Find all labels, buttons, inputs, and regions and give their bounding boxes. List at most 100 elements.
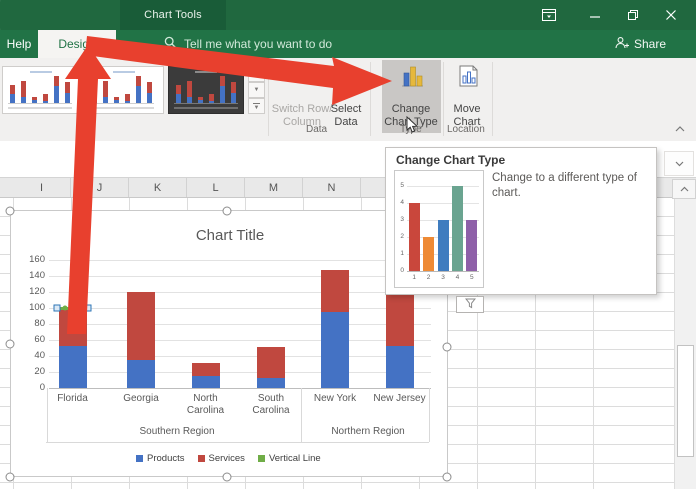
thumb-bar-services xyxy=(43,94,48,101)
mini-bar-3 xyxy=(438,220,449,271)
column-header-I[interactable]: I xyxy=(13,178,71,197)
minimize-button[interactable] xyxy=(582,4,608,26)
chart-filters-button[interactable] xyxy=(456,296,484,313)
chart-style-thumbnail-3[interactable] xyxy=(168,66,244,114)
ribbon-display-options-icon xyxy=(542,9,556,21)
funnel-icon xyxy=(465,296,476,314)
gallery-scroll-up-button[interactable]: ▲ xyxy=(248,66,265,82)
legend-swatch xyxy=(258,455,265,462)
column-header-K[interactable]: K xyxy=(129,178,187,197)
thumb-bar-services xyxy=(209,94,214,101)
chart-style-thumbnail-1[interactable] xyxy=(2,66,80,114)
tell-me-search[interactable]: Tell me what you want to do xyxy=(164,30,332,58)
chart-handle-bottom-right[interactable] xyxy=(443,473,452,482)
bar-services-4 xyxy=(321,270,349,312)
close-icon xyxy=(665,9,677,21)
formula-bar-expand-button[interactable] xyxy=(664,151,694,176)
thumb-bar-products xyxy=(65,93,70,103)
thumb-bar-services xyxy=(220,76,225,86)
ribbon-display-options-button[interactable] xyxy=(536,4,562,26)
scroll-up-button[interactable] xyxy=(672,179,696,199)
y-axis-tick-label: 20 xyxy=(17,366,45,377)
category-label: New York xyxy=(304,393,366,405)
ribbon: ▲ ▼ ▼ Switch Row/ Column Select Data xyxy=(0,58,696,142)
restore-button[interactable] xyxy=(620,4,646,26)
region-label-southern: Southern Region xyxy=(107,426,247,437)
group-label-location: Location xyxy=(447,124,485,135)
y-axis-tick-label: 120 xyxy=(17,286,45,297)
thumb-bar-services xyxy=(114,97,119,100)
bar-services-3 xyxy=(257,347,285,377)
thumb-bar-products xyxy=(176,94,181,103)
collapse-ribbon-button[interactable] xyxy=(670,121,690,137)
thumb-bar-products xyxy=(147,93,152,103)
mini-x-tick: 1 xyxy=(408,274,420,281)
legend-item-products: Products xyxy=(136,453,185,464)
datapoint-green-dot xyxy=(78,306,83,311)
legend-item-vertical-line: Vertical Line xyxy=(258,453,321,464)
category-label: Georgia xyxy=(110,393,172,405)
x-axis-line xyxy=(49,388,431,389)
close-button[interactable] xyxy=(658,4,684,26)
legend-label: Services xyxy=(209,453,245,464)
tooltip-body: Change to a different type of chart. xyxy=(492,171,650,201)
thumb-bar-products xyxy=(220,86,225,103)
datapoint-handle-right[interactable] xyxy=(85,305,92,312)
y-axis-tick-label: 40 xyxy=(17,350,45,361)
thumb-bar-services xyxy=(103,81,108,96)
y-axis-tick-label: 160 xyxy=(17,254,45,265)
mini-bar-2 xyxy=(423,237,434,271)
thumb-label-stripe xyxy=(90,107,154,109)
y-axis-tick-label: 140 xyxy=(17,270,45,281)
select-data-icon xyxy=(335,64,359,91)
bar-products-1 xyxy=(127,360,155,388)
thumb-bar-products xyxy=(136,86,141,103)
change-chart-type-tooltip: Change Chart Type 01234512345 Change to … xyxy=(385,147,657,295)
share-button[interactable]: Share xyxy=(614,30,666,58)
mini-x-tick: 4 xyxy=(451,274,463,281)
column-header-J[interactable]: J xyxy=(71,178,129,197)
chart-style-thumbnail-2[interactable] xyxy=(84,66,164,114)
datapoint-handle-left[interactable] xyxy=(54,305,61,312)
category-label: Florida xyxy=(42,393,104,405)
thumb-axis xyxy=(174,103,238,104)
tooltip-title: Change Chart Type xyxy=(396,153,505,167)
axis-group-divider xyxy=(47,388,48,442)
title-bar: Chart Tools xyxy=(0,0,696,30)
embedded-chart[interactable]: Chart Title 020406080100120140160Florida… xyxy=(10,210,448,477)
column-header-L[interactable]: L xyxy=(187,178,245,197)
chart-handle-bottom-center[interactable] xyxy=(223,473,232,482)
column-header-M[interactable]: M xyxy=(245,178,303,197)
chart-handle-middle-right[interactable] xyxy=(443,343,452,352)
mini-y-tick: 1 xyxy=(396,250,404,257)
minimize-icon xyxy=(589,9,601,21)
chart-title: Chart Title xyxy=(11,227,449,244)
column-header-N[interactable]: N xyxy=(303,178,361,197)
mini-y-tick: 3 xyxy=(396,216,404,223)
thumb-bar-products xyxy=(10,94,15,103)
vertical-scrollbar-thumb[interactable] xyxy=(677,345,694,457)
legend-swatch xyxy=(136,455,143,462)
thumb-axis xyxy=(90,103,154,104)
gallery-scroll-down-button[interactable]: ▼ xyxy=(248,82,265,98)
thumb-bar-services xyxy=(136,76,141,86)
chart-handle-middle-left[interactable] xyxy=(6,340,15,349)
tab-design[interactable]: Design xyxy=(38,30,116,58)
chart-handle-bottom-left[interactable] xyxy=(6,473,15,482)
gallery-more-button[interactable]: ▼ xyxy=(248,98,265,114)
share-label: Share xyxy=(634,37,666,51)
switch-row-column-icon xyxy=(290,64,314,91)
tab-help[interactable]: Help xyxy=(0,30,38,58)
bar-services-0 xyxy=(59,308,87,346)
chart-handle-top-center[interactable] xyxy=(223,207,232,216)
bar-products-0 xyxy=(59,346,87,388)
category-label: New Jersey xyxy=(369,393,431,405)
legend-item-services: Services xyxy=(198,453,245,464)
group-label-data: Data xyxy=(306,124,327,135)
chart-legend: Products Services Vertical Line xyxy=(136,453,321,464)
chart-gridline xyxy=(49,276,431,277)
bar-products-5 xyxy=(386,346,414,388)
mini-x-tick: 3 xyxy=(437,274,449,281)
chart-handle-top-left[interactable] xyxy=(6,207,15,216)
change-chart-type-icon xyxy=(400,64,424,93)
